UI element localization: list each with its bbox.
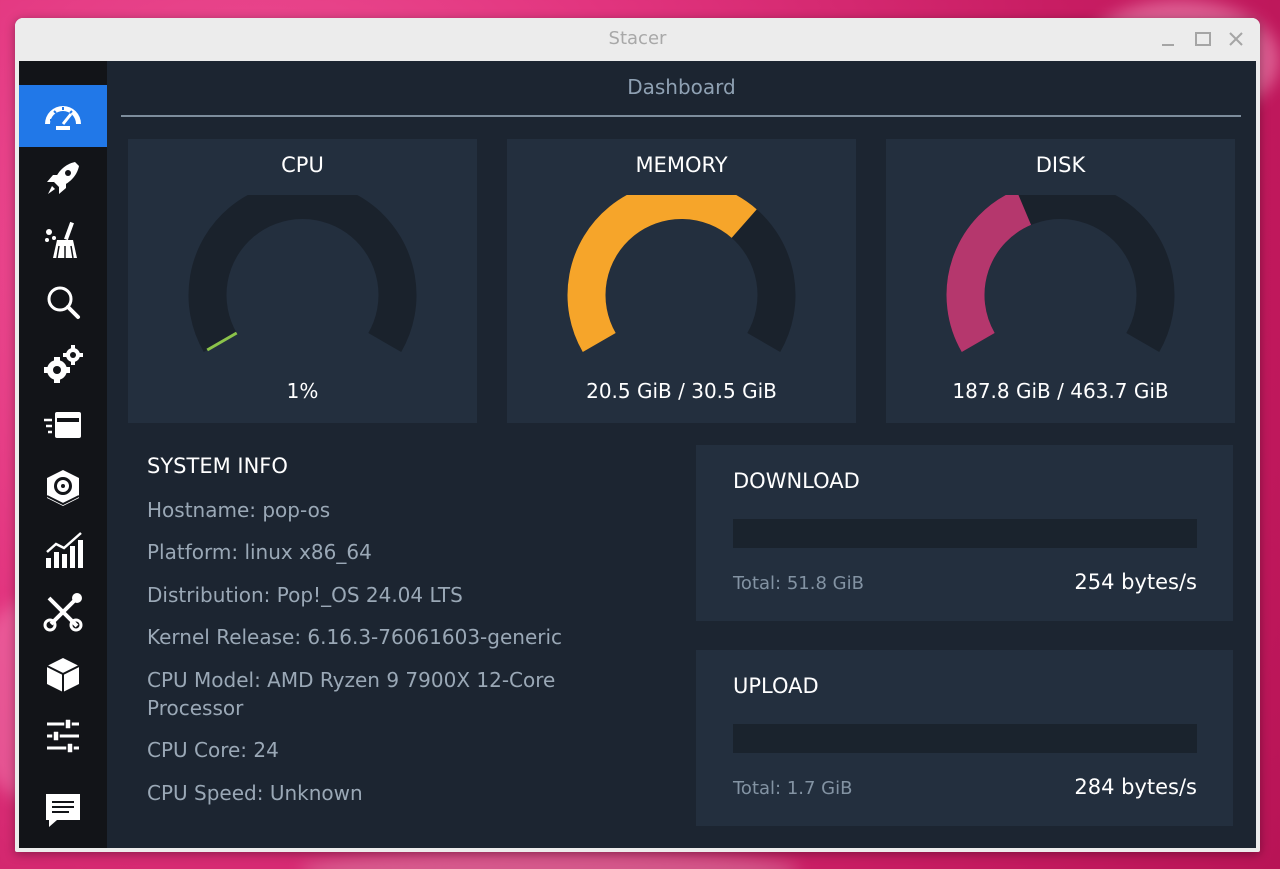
upload-total: Total: 1.7 GiB <box>733 778 853 799</box>
cpu-gauge-track <box>188 195 417 352</box>
disk-gauge <box>946 195 1175 352</box>
page-title: Dashboard <box>627 75 736 99</box>
chat-icon <box>46 794 80 827</box>
disk-gauge-value-arc <box>946 195 1032 352</box>
upload-title: UPLOAD <box>733 674 819 698</box>
close-icon[interactable] <box>1225 28 1247 50</box>
disk-gauge-title: DISK <box>1035 153 1086 177</box>
gears-icon <box>44 345 83 383</box>
memory-gauge-value-arc <box>567 195 757 352</box>
download-progress-bar <box>733 519 1197 548</box>
cpu-model-text: CPU Model: AMD Ryzen 9 7900X 12-Core Pro… <box>147 668 556 720</box>
stack-icon <box>44 412 81 438</box>
download-total: Total: 51.8 GiB <box>733 573 864 594</box>
memory-gauge-value: 20.5 GiB / 30.5 GiB <box>586 379 777 403</box>
system-info-title: SYSTEM INFO <box>147 454 288 478</box>
download-title: DOWNLOAD <box>733 469 860 493</box>
sidebar-item-packages[interactable] <box>19 643 107 705</box>
cpu-core-text: CPU Core: 24 <box>147 738 279 762</box>
sidebar-item-resources[interactable] <box>19 519 107 581</box>
hostname-text: Hostname: pop-os <box>147 498 331 522</box>
memory-gauge <box>567 195 796 352</box>
disk-gauge-value: 187.8 GiB / 463.7 GiB <box>952 379 1169 403</box>
upload-progress-bar <box>733 724 1197 753</box>
minimize-icon[interactable] <box>1157 28 1179 50</box>
tools-icon <box>43 593 83 632</box>
kernel-release-text: Kernel Release: 6.16.3-76061603-generic <box>147 625 563 649</box>
sidebar-item-cleaner[interactable] <box>19 209 107 271</box>
dashboard-panel: Dashboard CPU 1% MEMORY 20.5 GiB / 30.5 … <box>107 61 1256 848</box>
distribution-text: Distribution: Pop!_OS 24.04 LTS <box>147 583 463 607</box>
sidebar-item-search[interactable] <box>19 271 107 333</box>
sidebar-item-uninstaller[interactable] <box>19 457 107 519</box>
window-title: Stacer <box>608 28 667 49</box>
sidebar-item-services[interactable] <box>19 333 107 395</box>
sidebar-item-processes[interactable] <box>19 395 107 457</box>
title-divider <box>121 115 1241 117</box>
app-content: Dashboard CPU 1% MEMORY 20.5 GiB / 30.5 … <box>19 61 1256 848</box>
app-window: Stacer Dashboard CPU 1% MEMORY 20.5 GiB … <box>15 18 1260 852</box>
cpu-gauge-card: CPU 1% <box>128 139 477 423</box>
broom-icon <box>45 221 77 259</box>
cpu-gauge-title: CPU <box>281 153 324 177</box>
sidebar-item-settings[interactable] <box>19 705 107 767</box>
cpu-speed-text: CPU Speed: Unknown <box>147 781 363 805</box>
cpu-gauge <box>188 195 417 352</box>
sidebar-item-startup[interactable] <box>19 147 107 209</box>
platform-text: Platform: linux x86_64 <box>147 540 372 564</box>
sidebar-item-feedback[interactable] <box>19 779 107 841</box>
upload-rate: 284 bytes/s <box>1074 775 1197 799</box>
rocket-icon <box>47 162 79 194</box>
sidebar-item-helpers[interactable] <box>19 581 107 643</box>
sidebar <box>19 61 107 848</box>
upload-card: UPLOAD Total: 1.7 GiB 284 bytes/s <box>696 650 1233 826</box>
memory-gauge-title: MEMORY <box>635 153 728 177</box>
download-rate: 254 bytes/s <box>1074 570 1197 594</box>
package-icon <box>46 658 80 692</box>
title-bar[interactable]: Stacer <box>15 18 1260 61</box>
speedometer-icon <box>45 106 81 137</box>
sliders-icon <box>47 718 79 754</box>
sidebar-item-dashboard[interactable] <box>19 85 107 147</box>
memory-gauge-card: MEMORY 20.5 GiB / 30.5 GiB <box>507 139 856 423</box>
bar-chart-icon <box>46 532 83 568</box>
disk-gauge-card: DISK 187.8 GiB / 463.7 GiB <box>886 139 1235 423</box>
cpu-gauge-value: 1% <box>286 379 319 403</box>
download-card: DOWNLOAD Total: 51.8 GiB 254 bytes/s <box>696 445 1233 621</box>
maximize-icon[interactable] <box>1192 28 1214 50</box>
magnifier-icon <box>47 286 80 319</box>
disk-box-icon <box>46 470 80 506</box>
